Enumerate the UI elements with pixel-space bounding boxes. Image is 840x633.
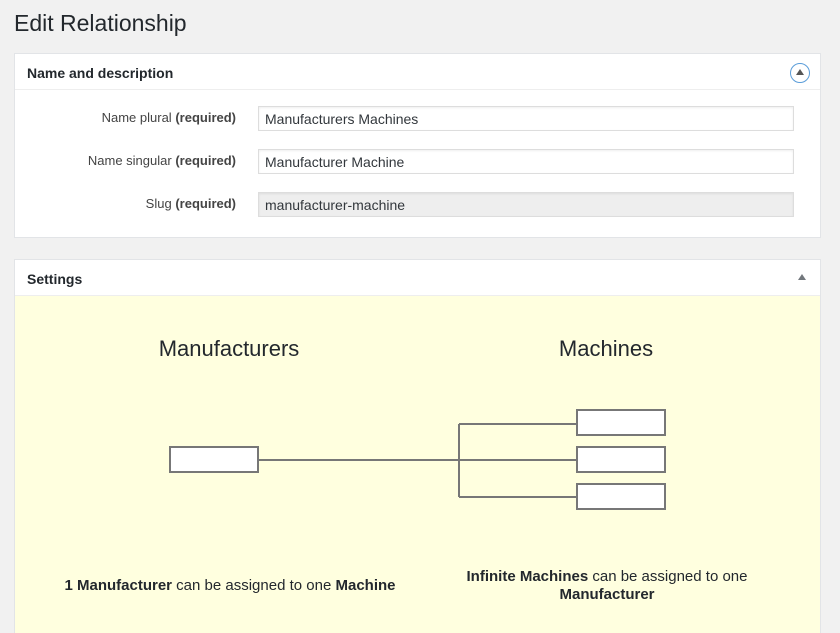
slug-label: Slug (required) xyxy=(145,196,236,211)
name-singular-label: Name singular (required) xyxy=(87,153,236,168)
machine-box-2 xyxy=(576,446,666,473)
name-description-header[interactable]: Name and description xyxy=(15,54,820,90)
name-plural-label: Name plural (required) xyxy=(101,110,236,125)
name-description-panel: Name and description Name plural (requir… xyxy=(14,53,821,238)
left-caption: 1 Manufacturer can be assigned to one Ma… xyxy=(64,577,396,594)
manufacturer-box xyxy=(169,446,259,473)
page-title: Edit Relationship xyxy=(14,10,187,36)
settings-header[interactable]: Settings xyxy=(15,260,820,296)
name-plural-input[interactable] xyxy=(258,106,794,131)
panel-title: Settings xyxy=(27,271,83,287)
panel-title: Name and description xyxy=(27,65,174,81)
relationship-diagram-area: Manufacturers Machines 1 Manufacturer ca… xyxy=(15,296,820,633)
machine-box-1 xyxy=(576,409,666,436)
name-singular-input[interactable] xyxy=(258,149,794,174)
right-caption: Infinite Machines can be assigned to one… xyxy=(466,568,748,603)
slug-input[interactable] xyxy=(258,192,794,217)
settings-panel: Settings Manufacturers Machines 1 Manufa… xyxy=(14,259,821,633)
chevron-up-circle-icon[interactable] xyxy=(790,63,810,83)
machine-box-3 xyxy=(576,483,666,510)
arrow-up-icon[interactable] xyxy=(798,274,806,280)
